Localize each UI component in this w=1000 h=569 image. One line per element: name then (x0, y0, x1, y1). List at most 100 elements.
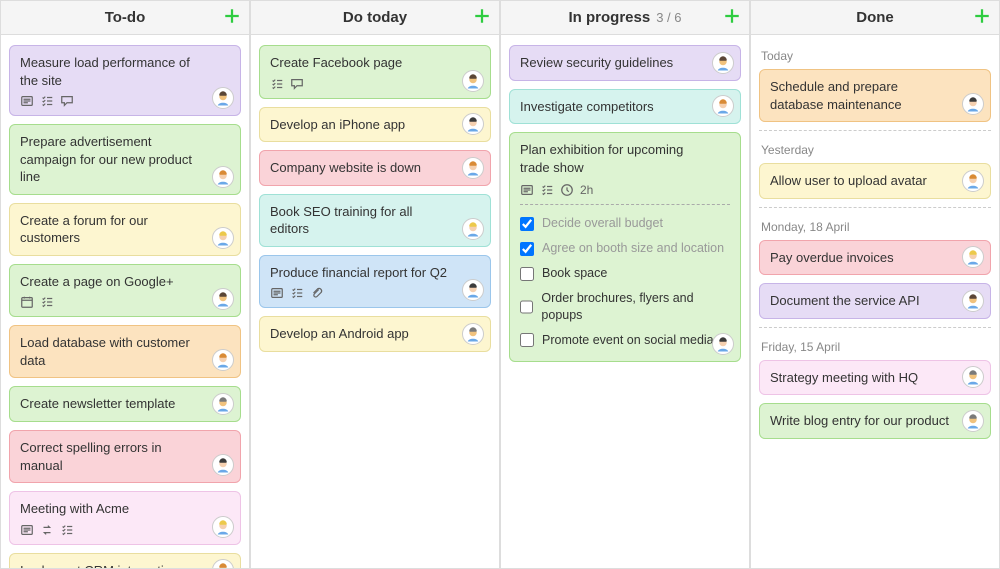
kanban-card[interactable]: Book SEO training for all editors (259, 194, 491, 247)
column-header: In progress 3 / 6 (501, 1, 749, 35)
kanban-card[interactable]: Meeting with Acme (9, 491, 241, 545)
card-title: Load database with customer data (20, 334, 230, 369)
kanban-card[interactable]: Write blog entry for our product (759, 403, 991, 439)
checklist-icon (60, 524, 74, 536)
assignee-avatar[interactable] (212, 454, 234, 476)
checklist-label: Promote event on social media (542, 332, 714, 349)
assignee-avatar[interactable] (212, 393, 234, 415)
card-title: Review security guidelines (520, 54, 730, 72)
kanban-card[interactable]: Schedule and prepare database maintenanc… (759, 69, 991, 122)
kanban-card[interactable]: Company website is down (259, 150, 491, 186)
card-title: Write blog entry for our product (770, 412, 980, 430)
checklist-label: Order brochures, flyers and popups (541, 290, 730, 324)
checklist-checkbox[interactable] (520, 217, 534, 231)
assignee-avatar[interactable] (462, 113, 484, 135)
kanban-card[interactable]: Strategy meeting with HQ (759, 360, 991, 396)
column-wip-count: 3 / 6 (656, 10, 681, 25)
assignee-avatar[interactable] (462, 70, 484, 92)
add-card-button[interactable] (223, 7, 241, 29)
card-title: Strategy meeting with HQ (770, 369, 980, 387)
assignee-avatar[interactable] (712, 333, 734, 355)
kanban-card[interactable]: Create a page on Google+ (9, 264, 241, 318)
kanban-card[interactable]: Measure load performance of the site (9, 45, 241, 116)
kanban-card[interactable]: Plan exhibition for upcoming trade show 2… (509, 132, 741, 362)
kanban-card[interactable]: Document the service API (759, 283, 991, 319)
assignee-avatar[interactable] (462, 279, 484, 301)
assignee-avatar[interactable] (212, 166, 234, 188)
checklist-checkbox[interactable] (520, 333, 534, 347)
card-title: Develop an iPhone app (270, 116, 480, 134)
column-body[interactable]: TodaySchedule and prepare database maint… (751, 35, 999, 568)
assignee-avatar[interactable] (212, 349, 234, 371)
column-header: Done (751, 1, 999, 35)
assignee-avatar[interactable] (712, 52, 734, 74)
card-title: Book SEO training for all editors (270, 203, 480, 238)
group-label: Friday, 15 April (759, 336, 991, 360)
card-title: Create a forum for our customers (20, 212, 230, 247)
kanban-card[interactable]: Develop an iPhone app (259, 107, 491, 143)
card-meta (20, 95, 230, 107)
column-body[interactable]: Review security guidelines Investigate co… (501, 35, 749, 568)
assignee-avatar[interactable] (212, 87, 234, 109)
column-header: To-do (1, 1, 249, 35)
assignee-avatar[interactable] (212, 559, 234, 568)
checklist-checkbox[interactable] (520, 300, 533, 314)
card-meta: 2h (520, 182, 730, 198)
assignee-avatar[interactable] (212, 288, 234, 310)
card-meta (270, 78, 480, 90)
note-icon (520, 184, 534, 196)
kanban-column: Do today Create Facebook page Develop an i… (250, 0, 500, 569)
card-meta (270, 287, 480, 299)
kanban-card[interactable]: Review security guidelines (509, 45, 741, 81)
assignee-avatar[interactable] (212, 516, 234, 538)
kanban-card[interactable]: Create a forum for our customers (9, 203, 241, 256)
assignee-avatar[interactable] (962, 366, 984, 388)
checklist-item[interactable]: Book space (520, 261, 730, 286)
checklist-item[interactable]: Promote event on social media (520, 328, 730, 353)
assignee-avatar[interactable] (962, 290, 984, 312)
assignee-avatar[interactable] (712, 95, 734, 117)
card-duration: 2h (580, 182, 593, 198)
assignee-avatar[interactable] (962, 410, 984, 432)
kanban-card[interactable]: Prepare advertisement campaign for our n… (9, 124, 241, 195)
kanban-card[interactable]: Load database with customer data (9, 325, 241, 378)
assignee-avatar[interactable] (212, 227, 234, 249)
assignee-avatar[interactable] (962, 246, 984, 268)
kanban-card[interactable]: Pay overdue invoices (759, 240, 991, 276)
checklist-item[interactable]: Decide overall budget (520, 211, 730, 236)
checklist-item[interactable]: Order brochures, flyers and popups (520, 286, 730, 328)
kanban-card[interactable]: Create Facebook page (259, 45, 491, 99)
card-title: Prepare advertisement campaign for our n… (20, 133, 230, 186)
card-title: Plan exhibition for upcoming trade show (520, 141, 730, 176)
assignee-avatar[interactable] (462, 157, 484, 179)
card-title: Develop an Android app (270, 325, 480, 343)
column-title: Do today (343, 9, 407, 26)
card-title: Produce financial report for Q2 (270, 264, 480, 282)
column-title: In progress (569, 9, 651, 26)
kanban-card[interactable]: Produce financial report for Q2 (259, 255, 491, 309)
card-title: Create a page on Google+ (20, 273, 230, 291)
kanban-card[interactable]: Allow user to upload avatar (759, 163, 991, 199)
card-title: Pay overdue invoices (770, 249, 980, 267)
column-body[interactable]: Create Facebook page Develop an iPhone ap… (251, 35, 499, 568)
add-card-button[interactable] (723, 7, 741, 29)
kanban-card[interactable]: Create newsletter template (9, 386, 241, 422)
kanban-card[interactable]: Investigate competitors (509, 89, 741, 125)
column-body[interactable]: Measure load performance of the site Prep… (1, 35, 249, 568)
kanban-card[interactable]: Implement CRM integration (9, 553, 241, 568)
kanban-card[interactable]: Develop an Android app (259, 316, 491, 352)
comment-icon (60, 95, 74, 107)
assignee-avatar[interactable] (962, 170, 984, 192)
checklist-checkbox[interactable] (520, 242, 534, 256)
card-title: Meeting with Acme (20, 500, 230, 518)
assignee-avatar[interactable] (462, 218, 484, 240)
add-card-button[interactable] (473, 7, 491, 29)
kanban-column: To-doMeasure load performance of the sit… (0, 0, 250, 569)
add-card-button[interactable] (973, 7, 991, 29)
kanban-card[interactable]: Correct spelling errors in manual (9, 430, 241, 483)
assignee-avatar[interactable] (962, 93, 984, 115)
checklist-item[interactable]: Agree on booth size and location (520, 236, 730, 261)
group-divider (759, 207, 991, 208)
checklist-checkbox[interactable] (520, 267, 534, 281)
assignee-avatar[interactable] (462, 323, 484, 345)
